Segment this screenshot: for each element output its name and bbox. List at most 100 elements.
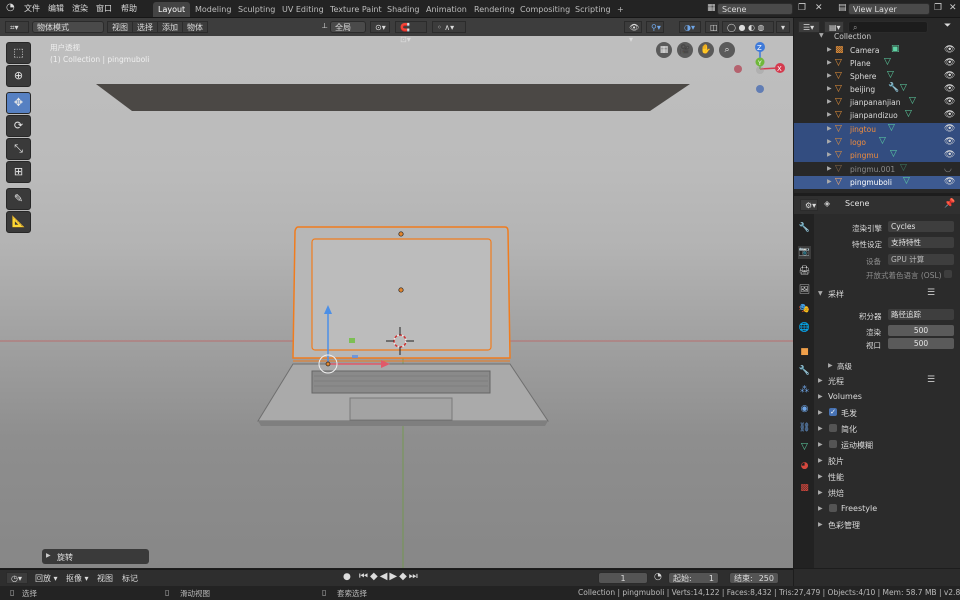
integrator-select[interactable]: 路径追踪 bbox=[888, 309, 954, 320]
outliner-item-jianpandizuo[interactable]: ▶ ▽ jianpandizuo ▽ 👁 bbox=[794, 109, 960, 122]
menu-add[interactable]: 添加 bbox=[157, 21, 183, 33]
eye-icon[interactable]: 👁 bbox=[944, 45, 955, 55]
proportional-edit-icon[interactable]: ◦ ∧▾ bbox=[432, 21, 466, 33]
light-paths-presets-icon[interactable]: ☰ bbox=[927, 375, 935, 385]
feature-set-select[interactable]: 支持特性 bbox=[888, 237, 954, 248]
pan-hand-icon[interactable]: ✋ bbox=[698, 42, 714, 58]
visibility-icon[interactable]: 👁▾ bbox=[624, 21, 642, 44]
camera-view-icon[interactable]: 🎥 bbox=[677, 42, 693, 58]
record-button-icon[interactable]: ● bbox=[343, 572, 351, 582]
orientation-selector[interactable]: 全局 bbox=[330, 21, 366, 33]
bake-section[interactable]: 烘焙 bbox=[828, 488, 844, 499]
snap-icon[interactable]: 🧲 ⊡▾ bbox=[395, 21, 427, 44]
outliner[interactable]: ☰▾ ▤▾ ⌕ ⏷ ▼ Collection ▶ ▩ Camera ▣ 👁 ▶ … bbox=[794, 18, 960, 193]
tab-rendering[interactable]: Rendering bbox=[469, 2, 520, 17]
timeline-view-menu[interactable]: 视图 bbox=[97, 573, 113, 584]
eye-icon[interactable]: 👁 bbox=[944, 124, 955, 134]
texture-tab-icon[interactable]: ▩ bbox=[798, 482, 811, 495]
tool-tab-icon[interactable]: 🔧 bbox=[798, 222, 811, 235]
tab-uv-editing[interactable]: UV Editing bbox=[277, 2, 329, 17]
overlay-icon[interactable]: ◑▾ bbox=[679, 21, 701, 33]
menu-edit[interactable]: 编辑 bbox=[48, 3, 64, 14]
color-management-section[interactable]: 色彩管理 bbox=[828, 520, 860, 531]
menu-select[interactable]: 选择 bbox=[132, 21, 158, 33]
cursor-tool[interactable]: ⊕ bbox=[6, 65, 31, 87]
rotate-tool[interactable]: ⟳ bbox=[6, 115, 31, 137]
scene-tab-icon[interactable]: 🎭 bbox=[798, 303, 811, 316]
particles-tab-icon[interactable]: ⁂ bbox=[798, 384, 811, 397]
physics-tab-icon[interactable]: ◉ bbox=[798, 403, 811, 416]
measure-tool[interactable]: 📐 bbox=[6, 211, 31, 233]
osl-checkbox[interactable] bbox=[944, 270, 952, 278]
outliner-collection[interactable]: ▼ Collection bbox=[794, 30, 960, 43]
pin-icon[interactable]: 📌 bbox=[944, 199, 955, 209]
render-tab-icon[interactable]: 📷 bbox=[798, 246, 811, 259]
tab-compositing[interactable]: Compositing bbox=[515, 2, 575, 17]
annotate-tool[interactable]: ✎ bbox=[6, 188, 31, 210]
viewport-samples-field[interactable]: 500 bbox=[888, 338, 954, 349]
render-samples-field[interactable]: 500 bbox=[888, 325, 954, 336]
copy-view-layer-icon[interactable]: ❐ bbox=[934, 3, 942, 13]
freestyle-checkbox[interactable] bbox=[829, 504, 837, 512]
last-operator-panel[interactable]: ▶ 旋转 bbox=[42, 549, 149, 564]
navigation-gizmo[interactable]: Z Y X bbox=[730, 38, 790, 98]
properties-editor-icon[interactable]: ⚙▾ bbox=[800, 199, 818, 211]
outliner-item-logo[interactable]: ▶ ▽ logo ▽ 👁 bbox=[794, 136, 960, 149]
eye-hidden-icon[interactable]: ◡ bbox=[944, 164, 952, 174]
end-frame-field[interactable]: 结束: 250 bbox=[729, 572, 779, 584]
shading-modes-icon[interactable]: ◯ ● ◐ ◍ bbox=[722, 21, 774, 33]
tab-shading[interactable]: Shading bbox=[382, 2, 425, 17]
render-engine-select[interactable]: Cycles bbox=[888, 221, 954, 232]
outliner-item-jingtou[interactable]: ▶ ▽ jingtou ▽ 👁 bbox=[794, 123, 960, 136]
tab-scripting[interactable]: Scripting bbox=[570, 2, 616, 17]
device-select[interactable]: GPU 计算 bbox=[888, 254, 954, 265]
output-tab-icon[interactable]: 🖨 bbox=[798, 265, 811, 278]
tab-layout[interactable]: Layout bbox=[153, 2, 191, 17]
delete-view-layer-icon[interactable]: ✕ bbox=[949, 3, 957, 13]
outliner-item-beijing[interactable]: ▶ ▽ beijing 🔧 ▽ 👁 bbox=[794, 83, 960, 96]
menu-file[interactable]: 文件 bbox=[24, 3, 40, 14]
eye-icon[interactable]: 👁 bbox=[944, 58, 955, 68]
constraints-tab-icon[interactable]: ⛓ bbox=[798, 422, 811, 435]
outliner-item-pingmuboli[interactable]: ▶ ▽ pingmuboli ▽ 👁 bbox=[794, 176, 960, 189]
scene-selector[interactable]: Scene bbox=[717, 3, 793, 15]
transform-tool[interactable]: ⊞ bbox=[6, 161, 31, 183]
hair-checkbox[interactable]: ✓ bbox=[829, 408, 837, 416]
material-tab-icon[interactable]: ◕ bbox=[798, 460, 811, 473]
eye-icon[interactable]: 👁 bbox=[944, 97, 955, 107]
data-tab-icon[interactable]: ▽ bbox=[798, 441, 811, 454]
blender-logo-icon[interactable]: ◔ bbox=[6, 2, 15, 13]
world-tab-icon[interactable]: 🌐 bbox=[798, 322, 811, 335]
menu-object[interactable]: 物体 bbox=[182, 21, 208, 33]
copy-scene-icon[interactable]: ❐ bbox=[798, 3, 806, 13]
menu-window[interactable]: 窗口 bbox=[96, 3, 112, 14]
menu-help[interactable]: 帮助 bbox=[121, 3, 137, 14]
modifier-tab-icon[interactable]: 🔧 bbox=[798, 365, 811, 378]
view-camera-icon[interactable]: ▦ bbox=[656, 42, 672, 58]
outliner-item-pingmu[interactable]: ▶ ▽ pingmu ▽ 👁 bbox=[794, 149, 960, 162]
xray-icon[interactable]: ◫ bbox=[705, 21, 719, 33]
volumes-section[interactable]: Volumes bbox=[828, 392, 862, 401]
eye-icon[interactable]: 👁 bbox=[944, 150, 955, 160]
current-frame-field[interactable]: 1 bbox=[598, 572, 648, 584]
eye-icon[interactable]: 👁 bbox=[944, 177, 955, 187]
simplify-checkbox[interactable] bbox=[829, 424, 837, 432]
delete-scene-icon[interactable]: ✕ bbox=[815, 3, 823, 13]
move-tool[interactable]: ✥ bbox=[6, 92, 31, 114]
object-tab-icon[interactable]: ■ bbox=[798, 346, 811, 359]
sampling-presets-icon[interactable]: ☰ bbox=[927, 288, 935, 298]
tab-animation[interactable]: Animation bbox=[421, 2, 472, 17]
tab-texture-paint[interactable]: Texture Paint bbox=[325, 2, 387, 17]
timeline-editor-icon[interactable]: ◷▾ bbox=[6, 572, 28, 584]
shading-options-icon[interactable]: ▾ bbox=[776, 21, 790, 33]
view-layer-tab-icon[interactable]: 🖼 bbox=[798, 284, 811, 297]
light-paths-section[interactable]: 光程 bbox=[828, 376, 844, 387]
view-layer-selector[interactable]: View Layer bbox=[848, 3, 930, 15]
3d-viewport[interactable]: 用户透视 (1) Collection | pingmuboli ⬚ ⊕ ✥ ⟳… bbox=[0, 18, 793, 568]
pivot-point-icon[interactable]: ⊙▾ bbox=[370, 21, 390, 33]
start-frame-field[interactable]: 起始: 1 bbox=[668, 572, 719, 584]
simplify-section[interactable]: 简化 bbox=[841, 424, 857, 435]
mode-selector[interactable]: 物体模式 bbox=[32, 21, 104, 33]
select-box-tool[interactable]: ⬚ bbox=[6, 42, 31, 64]
outliner-item-plane[interactable]: ▶ ▽ Plane ▽ 👁 bbox=[794, 57, 960, 70]
